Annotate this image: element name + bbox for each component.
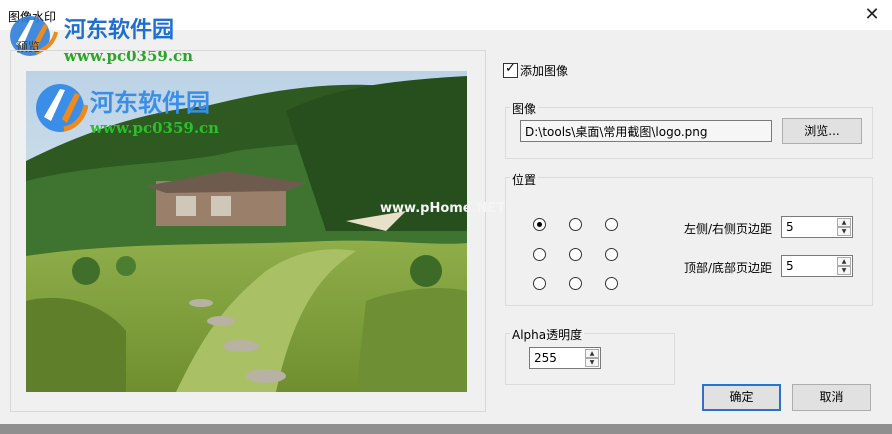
background-strip (0, 424, 892, 434)
position-top-left-radio[interactable] (533, 218, 546, 231)
photo-watermark-brand: 河东软件园 (90, 89, 210, 117)
watermark-brand-text: 河东软件园 (64, 18, 175, 43)
position-middle-center-radio[interactable] (569, 248, 582, 261)
spin-up-icon[interactable]: ▲ (585, 349, 599, 358)
checkmark-icon: ✓ (505, 61, 516, 76)
alpha-value[interactable]: 255 (534, 351, 557, 365)
site-watermark-text: www.pHome.NET (380, 201, 506, 216)
cancel-button[interactable]: 取消 (792, 384, 871, 411)
position-group-label: 位置 (510, 171, 539, 188)
spin-up-icon[interactable]: ▲ (837, 218, 851, 227)
tb-margin-value[interactable]: 5 (786, 259, 794, 273)
position-bottom-center-radio[interactable] (569, 277, 582, 290)
position-top-right-radio[interactable] (605, 218, 618, 231)
add-image-label[interactable]: 添加图像 (520, 62, 568, 79)
photo-watermark-url: www.pc0359.cn (90, 119, 220, 137)
spin-up-icon[interactable]: ▲ (837, 257, 851, 266)
position-middle-left-radio[interactable] (533, 248, 546, 261)
spin-down-icon[interactable]: ▼ (837, 227, 851, 236)
browse-button[interactable]: 浏览... (782, 118, 862, 144)
image-path-field[interactable]: D:\tools\桌面\常用截图\logo.png (520, 120, 772, 142)
lr-margin-value[interactable]: 5 (786, 220, 794, 234)
position-group (505, 177, 873, 306)
spin-down-icon[interactable]: ▼ (585, 358, 599, 367)
ok-button[interactable]: 确定 (702, 384, 781, 411)
position-bottom-left-radio[interactable] (533, 277, 546, 290)
lr-margin-stepper[interactable]: 5 ▲ ▼ (781, 216, 853, 238)
position-middle-right-radio[interactable] (605, 248, 618, 261)
lr-margin-label: 左侧/右侧页边距 (684, 222, 773, 236)
image-group-label: 图像 (510, 100, 539, 117)
tb-margin-label: 顶部/底部页边距 (684, 261, 773, 275)
position-bottom-right-radio[interactable] (605, 277, 618, 290)
photo-watermark-logo-icon (36, 84, 88, 132)
alpha-group-label: Alpha透明度 (510, 326, 585, 343)
add-image-checkbox[interactable]: ✓ (503, 61, 518, 78)
spin-down-icon[interactable]: ▼ (837, 266, 851, 275)
preview-image: 河东软件园 www.pc0359.cn (26, 71, 467, 392)
close-icon[interactable]: ✕ (858, 3, 886, 27)
alpha-stepper[interactable]: 255 ▲ ▼ (529, 347, 601, 369)
position-top-center-radio[interactable] (569, 218, 582, 231)
tb-margin-stepper[interactable]: 5 ▲ ▼ (781, 255, 853, 277)
